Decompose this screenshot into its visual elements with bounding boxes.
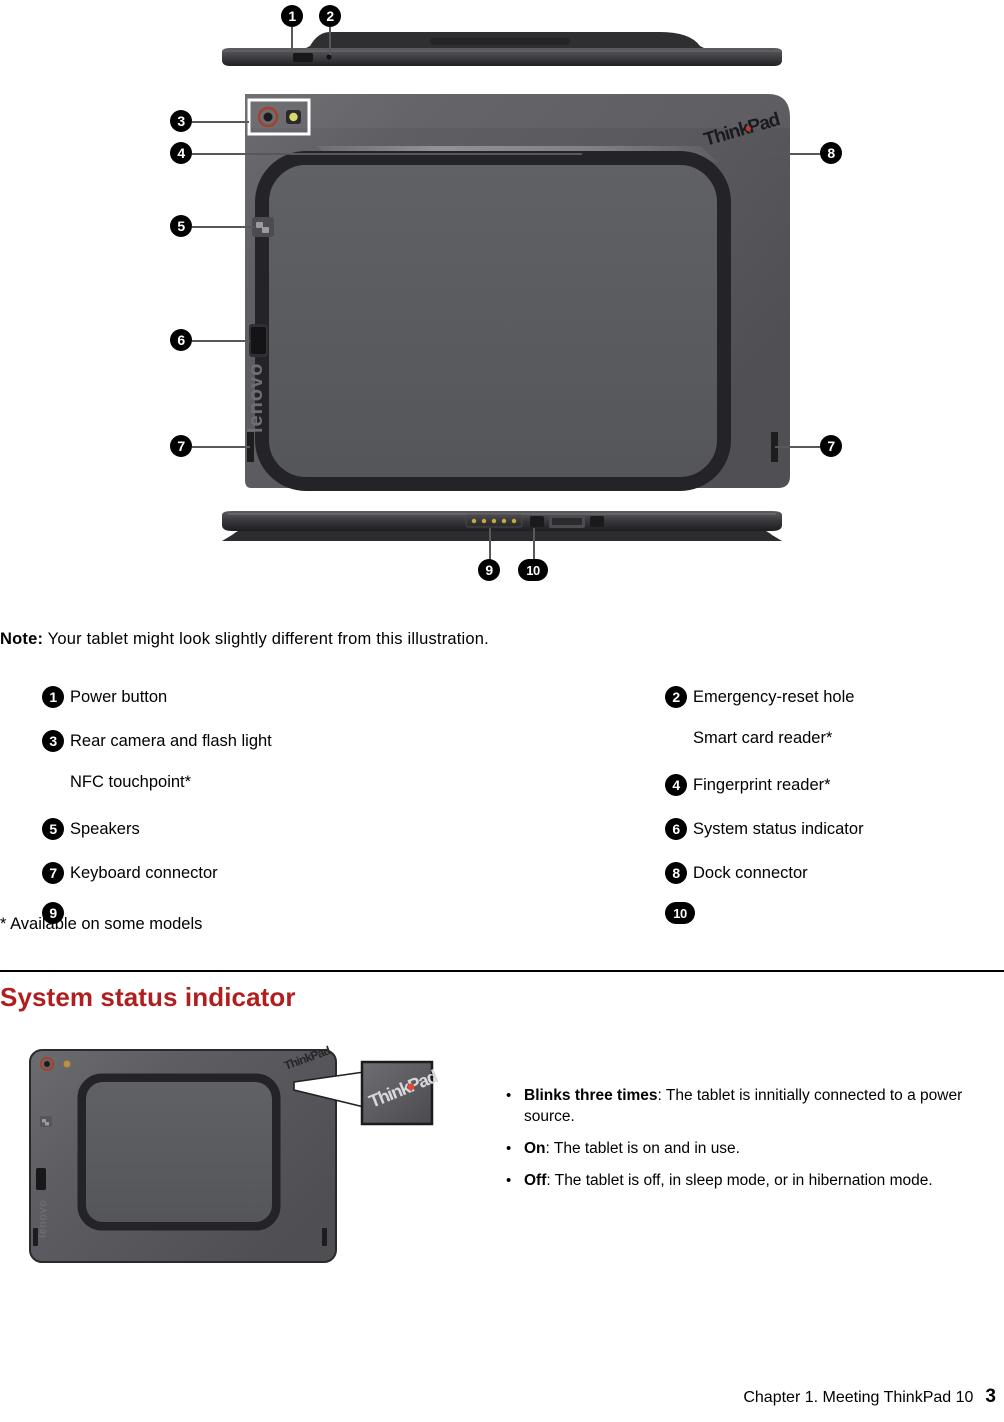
note-paragraph: Note: Your tablet might look slightly di… — [0, 630, 489, 649]
leader-line-3 — [192, 121, 249, 123]
legend-item-7: 7 Keyboard connector — [42, 862, 218, 884]
callout-marker-8: 8 — [820, 142, 842, 164]
legend-marker-1: 1 — [42, 686, 64, 708]
callout-marker-10: 10 — [518, 559, 548, 581]
leader-line-2 — [329, 27, 331, 55]
callout-marker-9: 9 — [478, 559, 500, 581]
leader-line-8 — [735, 153, 820, 155]
bullet-term: On — [524, 1139, 546, 1157]
footer-page-number: 3 — [985, 1386, 996, 1407]
legend-item-3: 3 Rear camera and flash light — [42, 730, 272, 752]
legend-item-4: 4 Fingerprint reader* — [665, 774, 831, 796]
legend-label-nfc: NFC touchpoint* — [70, 773, 192, 791]
tablet-bottom-edge-view — [222, 511, 782, 541]
bullet-rest: : The tablet is off, in sleep mode, or i… — [546, 1171, 933, 1189]
legend-item-6: 6 System status indicator — [665, 818, 864, 840]
callout-marker-7-left: 7 — [170, 435, 192, 457]
legend-marker-5: 5 — [42, 818, 64, 840]
page-footer: Chapter 1. Meeting ThinkPad 10 3 — [743, 1386, 996, 1408]
legend-label-1: Power button — [70, 687, 168, 706]
legend-marker-3: 3 — [42, 730, 64, 752]
footer-chapter-text: Chapter 1. Meeting ThinkPad 10 — [743, 1389, 974, 1406]
leader-line-7-left — [192, 446, 250, 448]
legend-label-8: Dock connector — [693, 863, 808, 882]
callout-marker-7-right: 7 — [820, 435, 842, 457]
legend-label-7: Keyboard connector — [70, 863, 218, 882]
leader-line-9 — [489, 528, 491, 560]
callout-marker-3: 3 — [170, 110, 192, 132]
svg-text:lenovo: lenovo — [245, 363, 267, 433]
bullet-icon: • — [506, 1171, 512, 1189]
legend-marker-10: 10 — [665, 902, 695, 924]
bullet-rest: : The tablet is on and in use. — [545, 1139, 740, 1157]
callout-marker-1: 1 — [281, 5, 303, 27]
callout-marker-4: 4 — [170, 142, 192, 164]
bullet-term: Off — [524, 1171, 547, 1189]
bullet-content: On: The tablet is on and in use. — [524, 1139, 986, 1160]
bullet-icon: • — [506, 1139, 512, 1157]
legend-label-smartcard: Smart card reader* — [693, 729, 833, 747]
legend-marker-7: 7 — [42, 862, 64, 884]
legend-label-4: Fingerprint reader* — [693, 775, 831, 794]
callout-marker-2: 2 — [319, 5, 341, 27]
svg-text:lenovo: lenovo — [37, 1200, 49, 1238]
component-legend: 1 Power button 3 Rear camera and flash l… — [0, 680, 1004, 930]
bullet-on: • On: The tablet is on and in use. — [506, 1139, 986, 1160]
leader-line-5 — [192, 226, 254, 228]
legend-label-5: Speakers — [70, 819, 140, 838]
note-label: Note: — [0, 630, 44, 648]
legend-item-8: 8 Dock connector — [665, 862, 808, 884]
leader-line-7-right — [775, 446, 820, 448]
status-indicator-illustration: lenovo ThinkPad ThinkPad — [22, 1042, 442, 1272]
leader-line-4 — [192, 153, 582, 155]
legend-marker-8: 8 — [665, 862, 687, 884]
status-indicator-bullets: • Blinks three times: The tablet is inni… — [506, 1086, 986, 1203]
legend-marker-2: 2 — [665, 686, 687, 708]
legend-label-3: Rear camera and flash light — [70, 731, 272, 750]
note-text: Your tablet might look slightly differen… — [47, 630, 489, 648]
bullet-icon: • — [506, 1087, 512, 1104]
bullet-term: Blinks three times — [524, 1087, 658, 1104]
legend-item-1: 1 Power button — [42, 686, 167, 708]
bullet-blinks-three-times: • Blinks three times: The tablet is inni… — [506, 1086, 986, 1128]
callout-marker-6: 6 — [170, 329, 192, 351]
availability-footnote: * Available on some models — [0, 915, 203, 933]
legend-label-6: System status indicator — [693, 819, 864, 838]
leader-line-1 — [291, 27, 293, 52]
legend-item-nfc: NFC touchpoint* — [42, 774, 191, 791]
legend-label-2: Emergency-reset hole — [693, 687, 855, 706]
leader-line-10 — [533, 528, 535, 560]
section-heading: System status indicator — [0, 982, 296, 1012]
legend-item-10: 10 — [665, 902, 701, 924]
bullet-content: Off: The tablet is off, in sleep mode, o… — [524, 1171, 986, 1192]
legend-marker-6: 6 — [665, 818, 687, 840]
tablet-overview-illustration: 1 2 ThinkPad lenovo 3 4 5 6 7 7 8 9 10 — [0, 0, 1004, 600]
section-divider — [0, 970, 1004, 972]
leader-line-6 — [192, 340, 250, 342]
legend-item-2: 2 Emergency-reset hole — [665, 686, 854, 708]
legend-item-smartcard: Smart card reader* — [665, 730, 832, 747]
legend-item-5: 5 Speakers — [42, 818, 140, 840]
tablet-rear-view: ThinkPad lenovo — [245, 94, 790, 491]
bullet-off: • Off: The tablet is off, in sleep mode,… — [506, 1171, 986, 1192]
legend-marker-4: 4 — [665, 774, 687, 796]
bullet-content: Blinks three times: The tablet is inniti… — [524, 1086, 986, 1128]
callout-marker-5: 5 — [170, 215, 192, 237]
status-illustration-svg: lenovo ThinkPad ThinkPad — [29, 1043, 440, 1263]
